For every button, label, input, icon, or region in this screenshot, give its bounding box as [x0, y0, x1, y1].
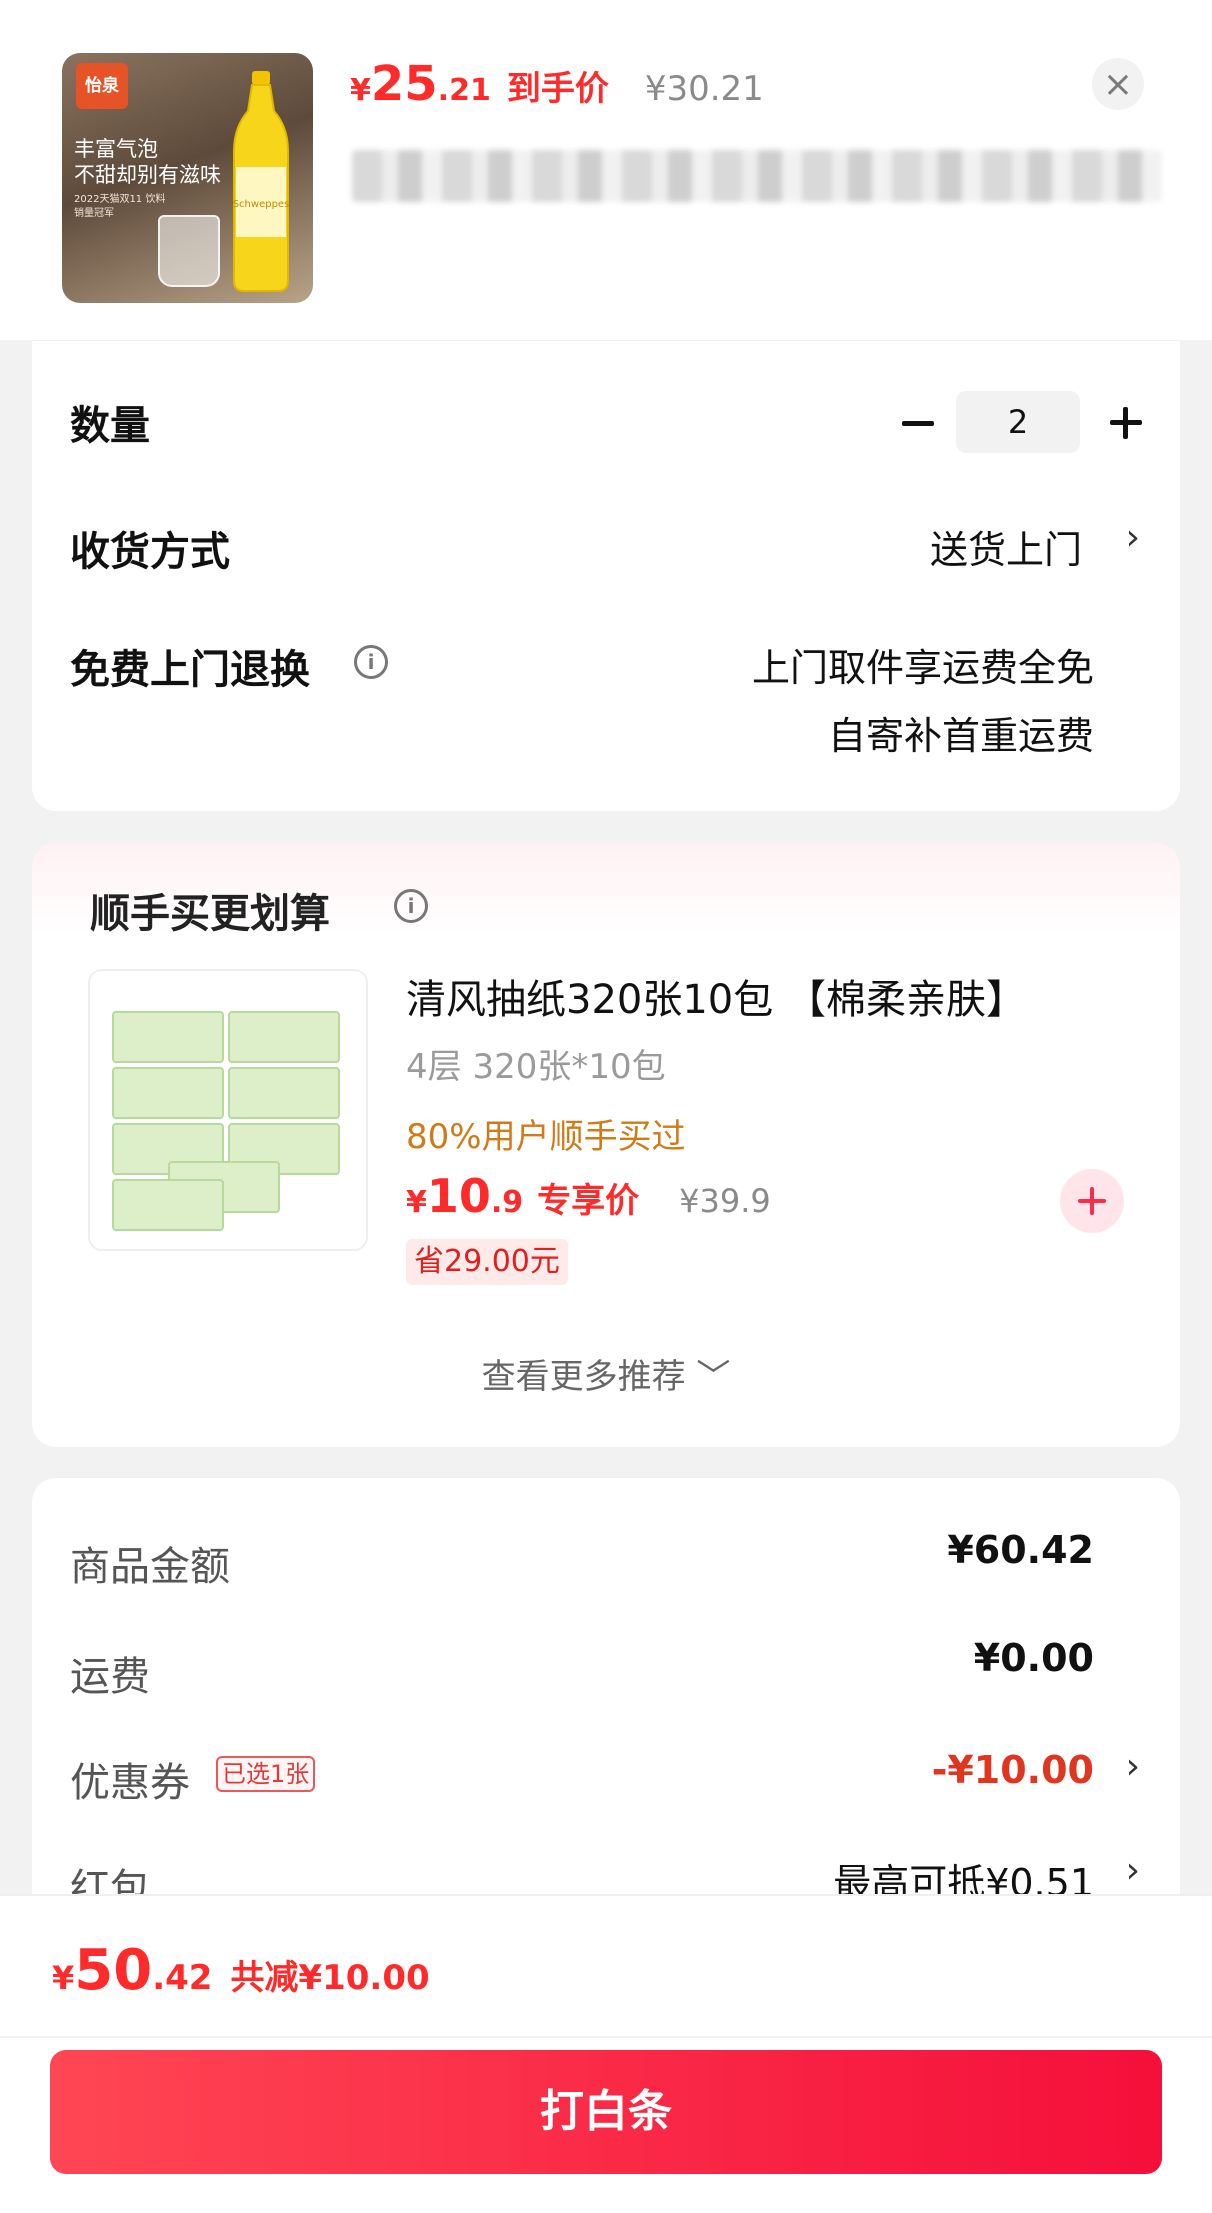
options-card: 数量 2 收货方式 送货上门 › 免费上门退换 i 上门取件享运费全免 自寄补首… — [32, 341, 1180, 811]
savings-badge: 省29.00元 — [406, 1239, 568, 1285]
coupon-label: 优惠券 — [70, 1760, 190, 1806]
total-price-row: ¥ 50 .42 共减¥10.00 — [52, 1938, 430, 2003]
info-icon[interactable]: i — [394, 889, 428, 923]
price-summary-card: 商品金额 ¥60.42 运费 ¥0.00 优惠券 已选1张 -¥10.00 › … — [32, 1478, 1180, 1912]
close-icon: × — [1102, 63, 1134, 105]
pay-button[interactable]: 打白条 — [50, 2050, 1162, 2174]
free-return-label: 免费上门退换 — [70, 647, 310, 693]
currency-symbol: ¥ — [52, 1959, 75, 1997]
product-header: 怡泉 丰富气泡 不甜却别有滋味 2022天猫双11 饮料销量冠军 Schwepp… — [0, 0, 1212, 340]
delivery-value[interactable]: 送货上门 — [930, 519, 1082, 574]
coupon-selected-badge: 已选1张 — [216, 1756, 316, 1792]
image-caption-line2: 不甜却别有滋味 — [74, 163, 221, 187]
currency-symbol: ¥ — [406, 1185, 427, 1220]
free-return-line2: 自寄补首重运费 — [827, 714, 1094, 758]
quantity-input[interactable]: 2 — [956, 391, 1080, 453]
price-label: 专享价 — [537, 1181, 640, 1221]
total-discount: 共减¥10.00 — [230, 1958, 430, 1998]
recommend-item-image[interactable] — [88, 969, 368, 1251]
brand-logo: 怡泉 — [76, 63, 128, 109]
info-icon[interactable]: i — [354, 645, 388, 679]
quantity-increase-button[interactable] — [1102, 399, 1150, 447]
original-price: ¥30.21 — [644, 69, 764, 109]
goods-amount-value: ¥60.42 — [947, 1528, 1094, 1572]
product-name-blurred — [352, 150, 1162, 202]
chevron-right-icon[interactable]: › — [1126, 1850, 1140, 1891]
price-decimal: .21 — [437, 73, 491, 108]
price-integer: 25 — [370, 56, 438, 112]
price-label: 到手价 — [506, 69, 609, 109]
total-decimal: .42 — [152, 1958, 213, 1998]
more-recommendations-link[interactable]: 查看更多推荐 ﹀ — [32, 1349, 1180, 1398]
free-return-line1: 上门取件享运费全免 — [751, 646, 1094, 690]
ice-glass-graphic — [158, 215, 220, 287]
recommend-title: 顺手买更划算 — [90, 891, 330, 937]
recommend-price-row: ¥ 10 .9 专享价 ¥39.9 — [406, 1169, 771, 1223]
chevron-right-icon[interactable]: › — [1126, 1746, 1140, 1787]
recommend-card: 顺手买更划算 i 清风抽纸320张10包 【棉柔亲肤】 4层 320张*10包 … — [32, 843, 1180, 1447]
shipping-value: ¥0.00 — [973, 1636, 1094, 1680]
goods-amount-label: 商品金额 — [70, 1544, 230, 1590]
price-decimal: .9 — [490, 1185, 524, 1220]
close-button[interactable]: × — [1092, 58, 1144, 110]
total-integer: 50 — [74, 1938, 153, 2003]
add-to-order-button[interactable] — [1060, 1169, 1124, 1233]
divider — [0, 2036, 1212, 2038]
currency-symbol: ¥ — [350, 73, 371, 108]
checkout-footer: ¥ 50 .42 共减¥10.00 打白条 — [0, 1894, 1212, 2213]
shipping-label: 运费 — [70, 1654, 150, 1700]
product-image[interactable]: 怡泉 丰富气泡 不甜却别有滋味 2022天猫双11 饮料销量冠军 Schwepp… — [62, 53, 313, 303]
chevron-right-icon[interactable]: › — [1126, 517, 1140, 558]
svg-text:Schweppes: Schweppes — [233, 199, 290, 210]
quantity-decrease-button[interactable] — [894, 399, 942, 447]
coupon-value[interactable]: -¥10.00 — [932, 1748, 1094, 1792]
price-integer: 10 — [426, 1169, 491, 1223]
recommend-item-social-proof: 80%用户顺手买过 — [406, 1117, 686, 1157]
delivery-label: 收货方式 — [70, 529, 230, 575]
recommend-item-name[interactable]: 清风抽纸320张10包 【棉柔亲肤】 — [406, 967, 1026, 1025]
price-row: ¥ 25 .21 到手价 ¥30.21 — [350, 56, 764, 116]
minus-icon — [902, 420, 934, 426]
original-price: ¥39.9 — [679, 1182, 771, 1220]
recommend-item-spec: 4层 320张*10包 — [406, 1047, 666, 1087]
bottle-graphic: Schweppes — [233, 71, 290, 292]
quantity-label: 数量 — [70, 403, 150, 449]
